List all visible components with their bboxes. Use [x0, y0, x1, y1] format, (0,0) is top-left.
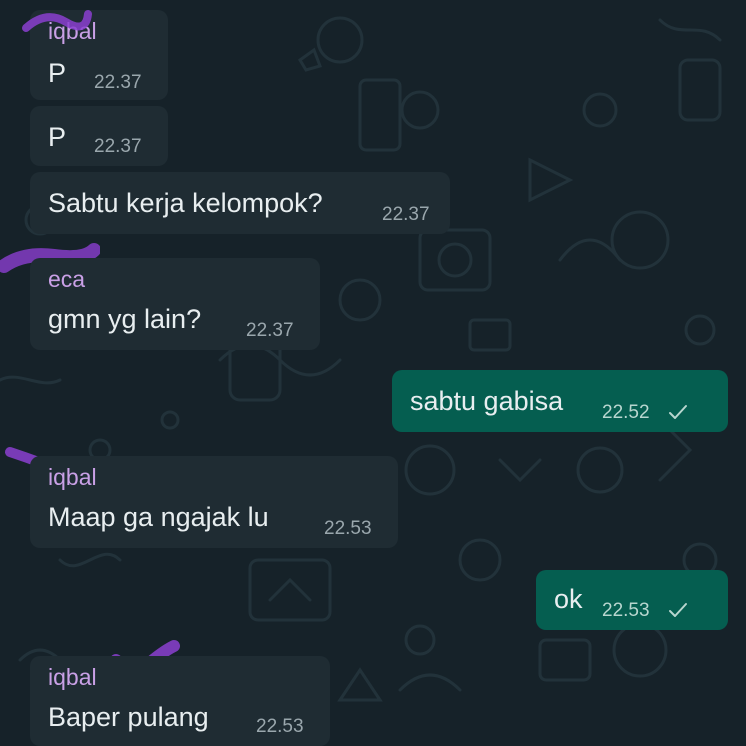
message-time: 22.37 [246, 320, 294, 341]
sender-name: iqbal [48, 464, 97, 490]
message-time: 22.53 [324, 518, 372, 539]
message-text: gmn yg lain? [48, 304, 202, 334]
message-bubble[interactable]: sabtu gabisa 22.52 [392, 370, 728, 432]
check-icon [669, 405, 687, 419]
message-text: P [48, 58, 67, 88]
message-text: Sabtu kerja kelompok? [48, 188, 323, 218]
check-icon [669, 603, 687, 617]
message-bubble[interactable]: ok 22.53 [536, 570, 728, 630]
message-time: 22.37 [94, 72, 142, 93]
message-text: P [48, 122, 67, 152]
sender-name: iqbal [48, 664, 97, 690]
message-time: 22.53 [602, 600, 650, 621]
message-bubble[interactable]: eca gmn yg lain? 22.37 [30, 258, 320, 350]
message-text: sabtu gabisa [410, 386, 564, 416]
message-time: 22.37 [94, 136, 142, 157]
message-bubble[interactable]: iqbal Baper pulang 22.53 [30, 656, 330, 746]
message-time: 22.52 [602, 402, 650, 423]
message-text: Baper pulang [48, 702, 209, 732]
redaction-scribble [22, 10, 92, 32]
sender-name: eca [48, 266, 86, 292]
message-text: Maap ga ngajak lu [48, 502, 269, 532]
message-text: ok [554, 584, 583, 614]
message-bubble[interactable]: Sabtu kerja kelompok? 22.37 [30, 172, 450, 234]
message-time: 22.37 [382, 204, 430, 225]
message-bubble[interactable]: iqbal Maap ga ngajak lu 22.53 [30, 456, 398, 548]
message-bubble[interactable]: P 22.37 [30, 106, 168, 166]
